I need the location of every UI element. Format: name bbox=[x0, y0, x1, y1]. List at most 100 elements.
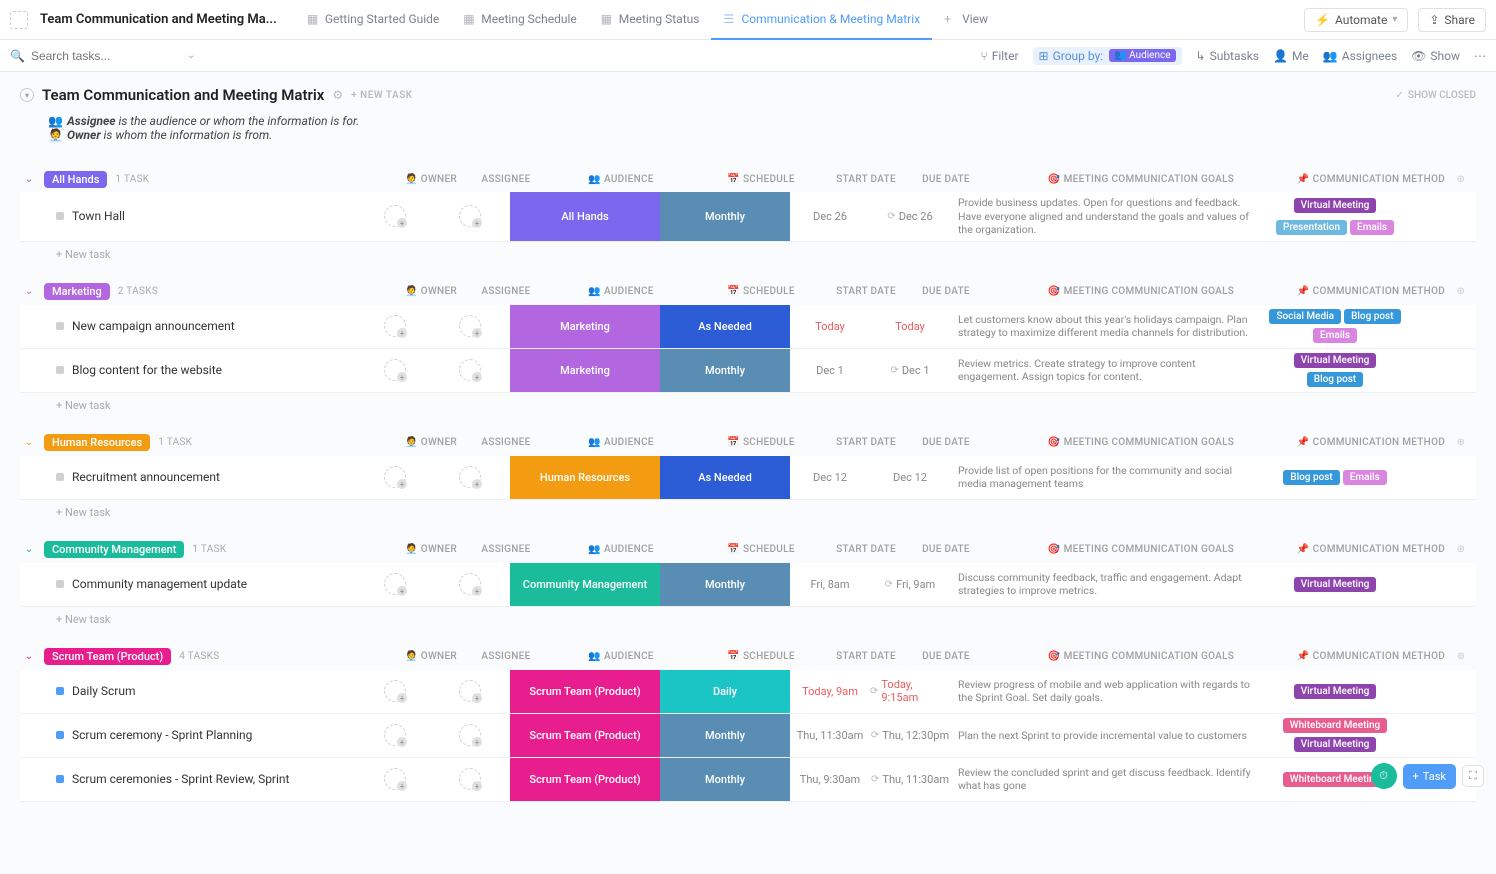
group-badge[interactable]: Community Management bbox=[44, 541, 184, 558]
goals-cell[interactable]: Let customers know about this year's hol… bbox=[950, 305, 1260, 348]
col-owner[interactable]: 🧑‍💼OWNER bbox=[396, 544, 466, 555]
method-tag[interactable]: Whiteboard Meeting bbox=[1283, 718, 1387, 733]
share-button[interactable]: ⇪ Share bbox=[1418, 8, 1486, 32]
schedule-cell[interactable]: Monthly bbox=[660, 758, 790, 801]
expand-fab[interactable]: ⛶ bbox=[1462, 765, 1484, 787]
new-task-button[interactable]: New task bbox=[20, 242, 1476, 267]
method-tag[interactable]: Blog post bbox=[1283, 470, 1339, 485]
task-name-cell[interactable]: Scrum ceremonies - Sprint Review, Sprint bbox=[20, 758, 360, 801]
avatar-placeholder-icon[interactable] bbox=[384, 768, 406, 790]
avatar-placeholder-icon[interactable] bbox=[384, 680, 406, 702]
status-dot[interactable] bbox=[56, 473, 64, 481]
task-name-cell[interactable]: New campaign announcement bbox=[20, 305, 360, 348]
due-date-cell[interactable]: ⟳Dec 1 bbox=[870, 349, 950, 392]
start-date-cell[interactable]: Dec 12 bbox=[790, 456, 870, 499]
owner-cell[interactable] bbox=[360, 714, 430, 757]
method-tag[interactable]: Virtual Meeting bbox=[1294, 684, 1377, 699]
avatar-placeholder-icon[interactable] bbox=[459, 315, 481, 337]
col-owner[interactable]: 🧑‍💼OWNER bbox=[396, 651, 466, 662]
start-date-cell[interactable]: Today, 9am bbox=[790, 670, 870, 713]
audience-cell[interactable]: Marketing bbox=[510, 349, 660, 392]
task-name-cell[interactable]: Town Hall bbox=[20, 192, 360, 241]
schedule-cell[interactable]: As Needed bbox=[660, 456, 790, 499]
col-method[interactable]: 📌COMMUNICATION METHOD bbox=[1296, 544, 1446, 555]
new-task-button[interactable]: New task bbox=[20, 607, 1476, 632]
col-audience[interactable]: 👥AUDIENCE bbox=[546, 286, 696, 297]
goals-cell[interactable]: Discuss community feedback, traffic and … bbox=[950, 563, 1260, 606]
new-task-button[interactable]: New task bbox=[20, 500, 1476, 525]
col-assignee[interactable]: ASSIGNEE bbox=[466, 544, 546, 555]
schedule-cell[interactable]: Monthly bbox=[660, 563, 790, 606]
col-start[interactable]: START DATE bbox=[826, 286, 906, 297]
start-date-cell[interactable]: Today bbox=[790, 305, 870, 348]
avatar-placeholder-icon[interactable] bbox=[384, 466, 406, 488]
avatar-placeholder-icon[interactable] bbox=[459, 724, 481, 746]
col-due[interactable]: DUE DATE bbox=[906, 651, 986, 662]
assignees-button[interactable]: 👥Assignees bbox=[1323, 49, 1397, 63]
me-button[interactable]: 👤Me bbox=[1273, 49, 1309, 63]
goals-cell[interactable]: Review metrics. Create strategy to impro… bbox=[950, 349, 1260, 392]
method-cell[interactable]: Virtual MeetingPresentationEmails bbox=[1260, 192, 1410, 241]
group-badge[interactable]: Scrum Team (Product) bbox=[44, 648, 171, 665]
schedule-cell[interactable]: As Needed bbox=[660, 305, 790, 348]
col-audience[interactable]: 👥AUDIENCE bbox=[546, 437, 696, 448]
task-name-cell[interactable]: Recruitment announcement bbox=[20, 456, 360, 499]
owner-cell[interactable] bbox=[360, 192, 430, 241]
col-add[interactable]: ⊕ bbox=[1446, 174, 1476, 185]
col-assignee[interactable]: ASSIGNEE bbox=[466, 651, 546, 662]
col-audience[interactable]: 👥AUDIENCE bbox=[546, 651, 696, 662]
method-tag[interactable]: Emails bbox=[1350, 220, 1394, 235]
col-goals[interactable]: 🎯MEETING COMMUNICATION GOALS bbox=[986, 174, 1296, 185]
goals-cell[interactable]: Provide business updates. Open for quest… bbox=[950, 192, 1260, 241]
due-date-cell[interactable]: ⟳Fri, 9am bbox=[870, 563, 950, 606]
method-tag[interactable]: Virtual Meeting bbox=[1294, 353, 1377, 368]
status-dot[interactable] bbox=[56, 687, 64, 695]
timer-fab[interactable]: ⏱ bbox=[1371, 763, 1397, 789]
schedule-cell[interactable]: Monthly bbox=[660, 192, 790, 241]
workspace-icon[interactable] bbox=[10, 11, 28, 29]
group-toggle[interactable]: ⌄ bbox=[20, 434, 38, 452]
col-method[interactable]: 📌COMMUNICATION METHOD bbox=[1296, 651, 1446, 662]
col-schedule[interactable]: 📅SCHEDULE bbox=[696, 651, 826, 662]
more-button[interactable]: ⋯ bbox=[1474, 49, 1486, 63]
assignee-cell[interactable] bbox=[430, 563, 510, 606]
avatar-placeholder-icon[interactable] bbox=[459, 573, 481, 595]
status-dot[interactable] bbox=[56, 366, 64, 374]
col-due[interactable]: DUE DATE bbox=[906, 174, 986, 185]
gear-icon[interactable]: ⚙ bbox=[332, 88, 343, 102]
task-row[interactable]: New campaign announcement Marketing As N… bbox=[20, 305, 1476, 349]
audience-cell[interactable]: All Hands bbox=[510, 192, 660, 241]
goals-cell[interactable]: Review the concluded sprint and get disc… bbox=[950, 758, 1260, 801]
task-row[interactable]: Scrum ceremony - Sprint Planning Scrum T… bbox=[20, 714, 1476, 758]
filter-button[interactable]: ⑂Filter bbox=[981, 49, 1019, 63]
method-cell[interactable]: Virtual MeetingBlog post bbox=[1260, 349, 1410, 392]
col-add[interactable]: ⊕ bbox=[1446, 651, 1476, 662]
avatar-placeholder-icon[interactable] bbox=[459, 680, 481, 702]
status-dot[interactable] bbox=[56, 775, 64, 783]
assignee-cell[interactable] bbox=[430, 670, 510, 713]
task-row[interactable]: Town Hall All Hands Monthly Dec 26 ⟳Dec … bbox=[20, 192, 1476, 242]
avatar-placeholder-icon[interactable] bbox=[384, 315, 406, 337]
avatar-placeholder-icon[interactable] bbox=[459, 205, 481, 227]
search-input[interactable] bbox=[31, 49, 181, 63]
method-tag[interactable]: Virtual Meeting bbox=[1294, 737, 1377, 752]
start-date-cell[interactable]: Dec 26 bbox=[790, 192, 870, 241]
col-goals[interactable]: 🎯MEETING COMMUNICATION GOALS bbox=[986, 437, 1296, 448]
col-method[interactable]: 📌COMMUNICATION METHOD bbox=[1296, 174, 1446, 185]
add-view-tab[interactable]: +View bbox=[932, 0, 1000, 40]
col-add[interactable]: ⊕ bbox=[1446, 544, 1476, 555]
col-method[interactable]: 📌COMMUNICATION METHOD bbox=[1296, 437, 1446, 448]
method-cell[interactable]: Social MediaBlog postEmails bbox=[1260, 305, 1410, 348]
task-row[interactable]: Blog content for the website Marketing M… bbox=[20, 349, 1476, 393]
col-schedule[interactable]: 📅SCHEDULE bbox=[696, 286, 826, 297]
owner-cell[interactable] bbox=[360, 563, 430, 606]
subtasks-button[interactable]: ↳Subtasks bbox=[1196, 49, 1259, 63]
workspace-name[interactable]: Team Communication and Meeting Ma... bbox=[40, 12, 277, 27]
method-cell[interactable]: Blog postEmails bbox=[1260, 456, 1410, 499]
task-name-cell[interactable]: Community management update bbox=[20, 563, 360, 606]
avatar-placeholder-icon[interactable] bbox=[459, 359, 481, 381]
owner-cell[interactable] bbox=[360, 349, 430, 392]
new-task-fab[interactable]: +Task bbox=[1403, 764, 1456, 789]
audience-cell[interactable]: Scrum Team (Product) bbox=[510, 670, 660, 713]
chevron-down-icon[interactable]: ⌄ bbox=[187, 50, 195, 61]
